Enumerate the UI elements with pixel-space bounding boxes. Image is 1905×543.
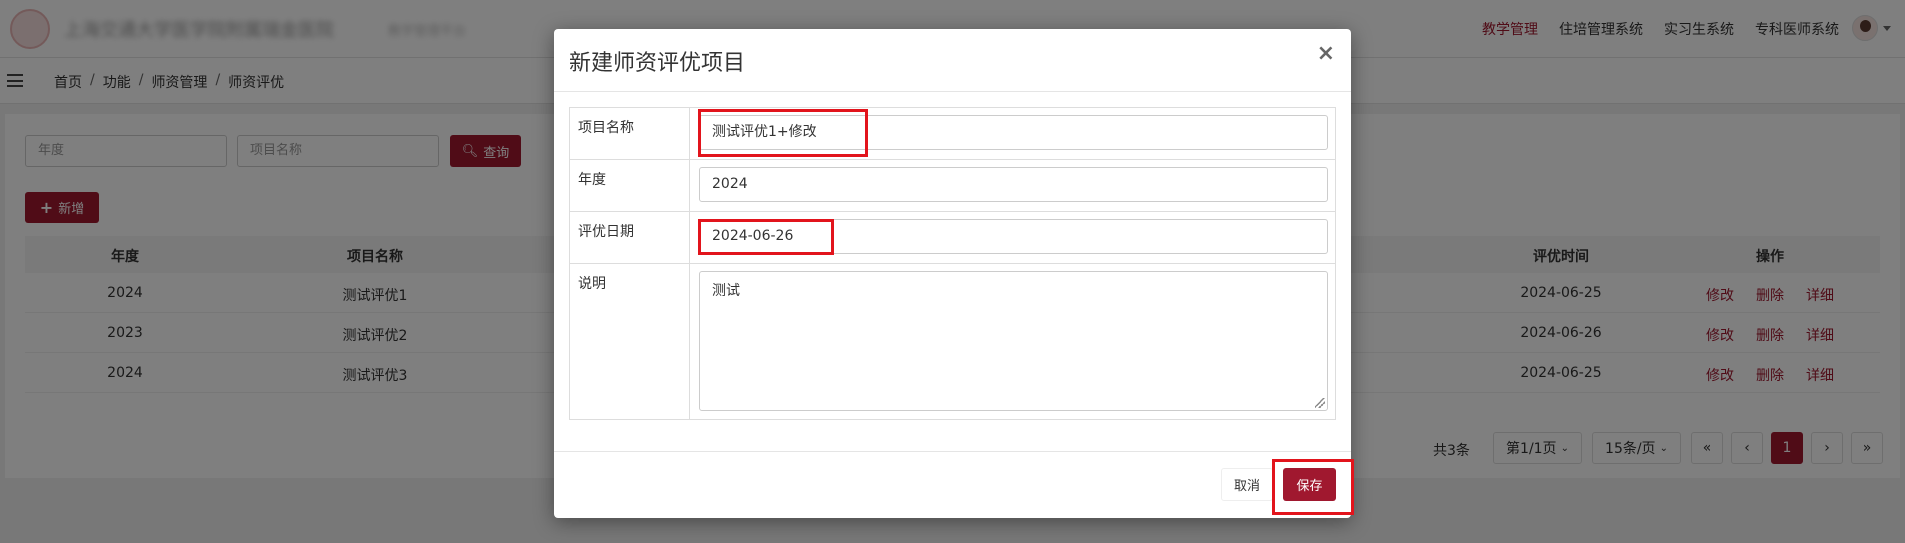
form-row-description: 说明 测试 xyxy=(570,264,1335,419)
resize-handle-icon[interactable] xyxy=(1315,398,1325,408)
form-row-project-name: 项目名称 测试评优1+修改 xyxy=(570,108,1335,160)
form-row-award-date: 评优日期 2024-06-26 xyxy=(570,212,1335,264)
description-textarea[interactable]: 测试 xyxy=(699,271,1328,411)
dialog-title: 新建师资评优项目 xyxy=(569,51,746,76)
project-name-label: 项目名称 xyxy=(570,108,690,159)
close-icon[interactable]: × xyxy=(1317,43,1335,65)
description-text: 测试 xyxy=(712,283,740,299)
new-award-project-dialog: 新建师资评优项目 × 项目名称 测试评优1+修改 年度 2024 评优日期 20… xyxy=(554,29,1351,518)
save-button[interactable]: 保存 xyxy=(1283,468,1336,501)
award-date-input[interactable]: 2024-06-26 xyxy=(699,219,1328,254)
project-name-input[interactable]: 测试评优1+修改 xyxy=(699,115,1328,150)
year-input[interactable]: 2024 xyxy=(699,167,1328,202)
dialog-header-divider xyxy=(554,91,1351,92)
project-form: 项目名称 测试评优1+修改 年度 2024 评优日期 2024-06-26 说明… xyxy=(569,107,1336,420)
award-date-label: 评优日期 xyxy=(570,212,690,263)
cancel-button[interactable]: 取消 xyxy=(1221,468,1273,501)
description-label: 说明 xyxy=(570,264,690,419)
dialog-footer-divider xyxy=(554,451,1351,452)
year-label: 年度 xyxy=(570,160,690,211)
form-row-year: 年度 2024 xyxy=(570,160,1335,212)
